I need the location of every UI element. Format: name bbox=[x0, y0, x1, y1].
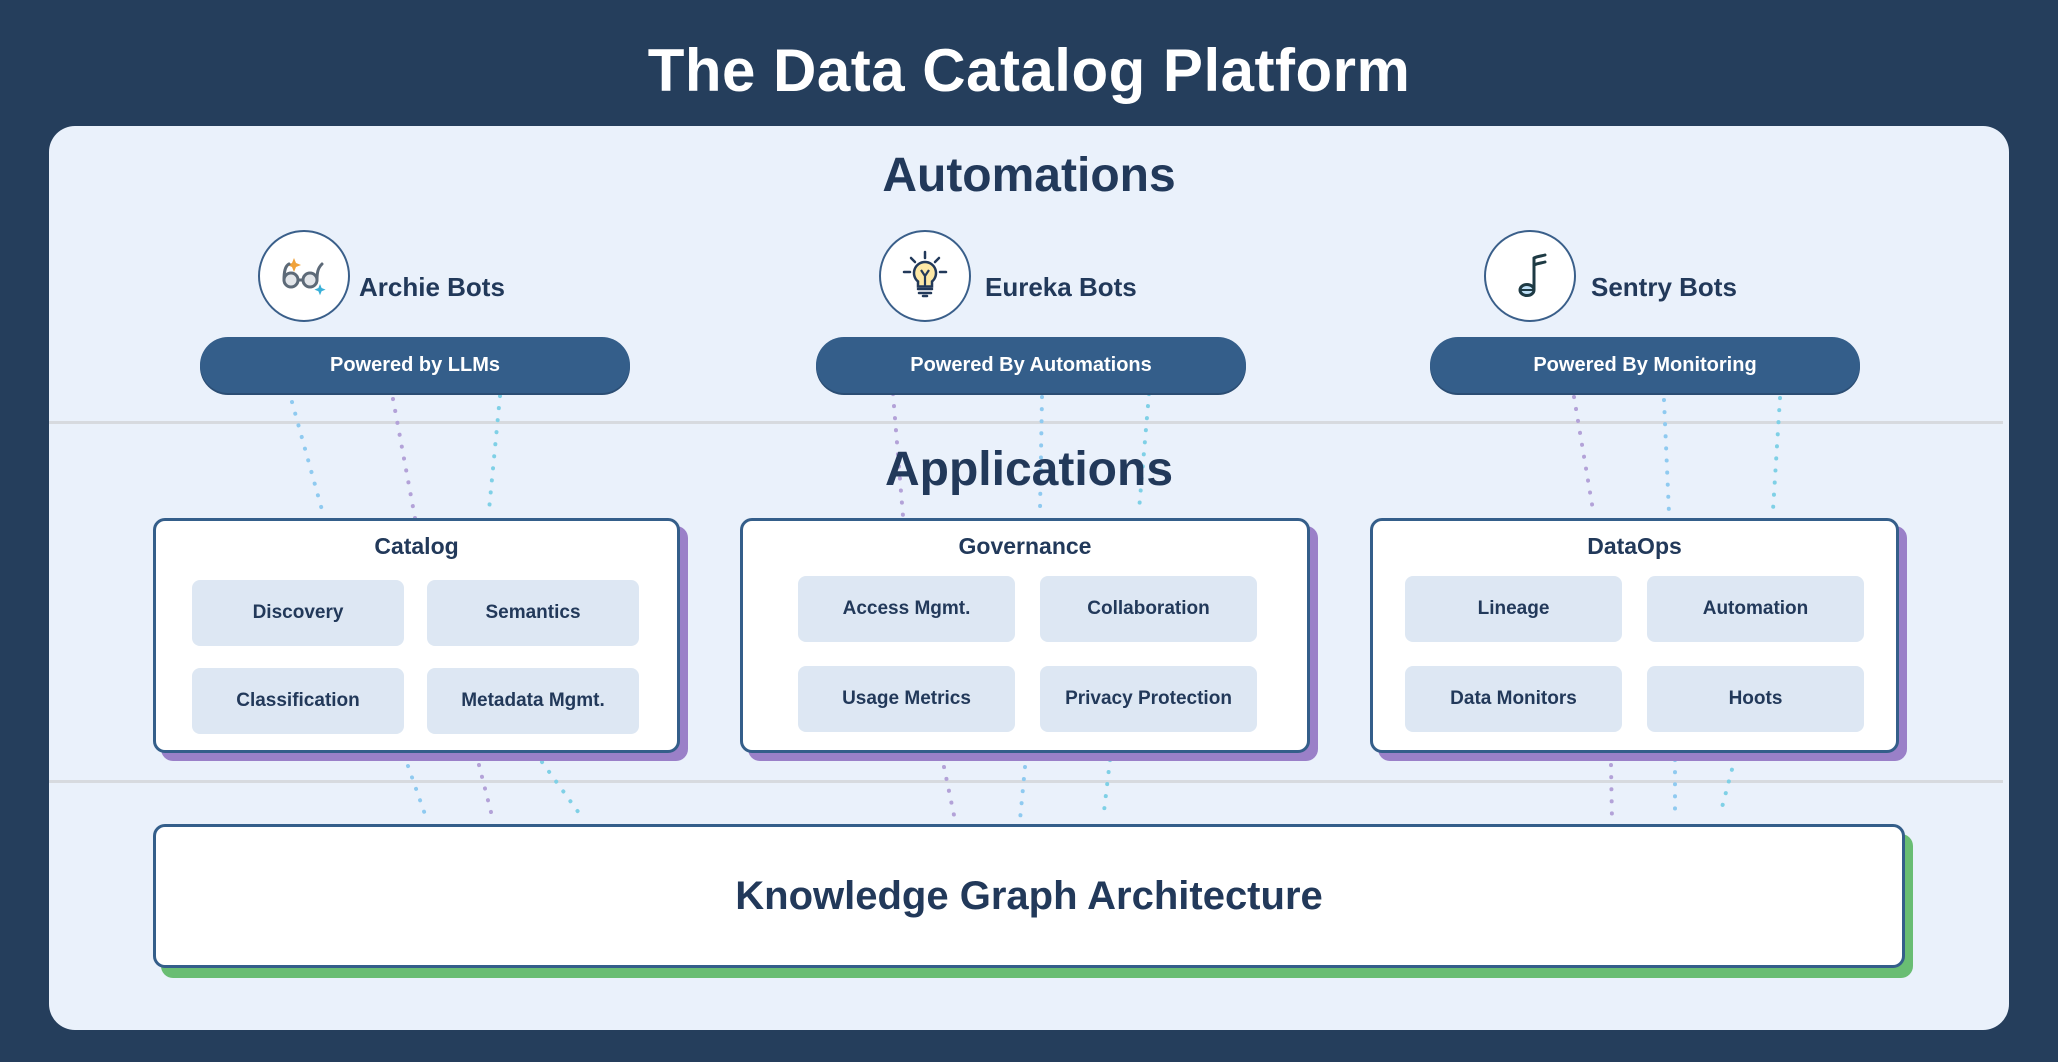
bot-powered-by-pill: Powered By Automations bbox=[816, 337, 1246, 393]
app-card-dataops: DataOps Lineage Automation Data Monitors… bbox=[1370, 518, 1899, 753]
feature-tile: Access Mgmt. bbox=[798, 576, 1015, 642]
page-title: The Data Catalog Platform bbox=[647, 37, 1411, 104]
feature-tile: Usage Metrics bbox=[798, 666, 1015, 732]
bot-powered-by-pill: Powered by LLMs bbox=[200, 337, 630, 393]
music-note-icon bbox=[1484, 230, 1576, 322]
bot-powered-by-pill: Powered By Monitoring bbox=[1430, 337, 1860, 393]
feature-tile: Discovery bbox=[192, 580, 404, 646]
app-card-title: DataOps bbox=[1587, 533, 1682, 559]
feature-tile: Data Monitors bbox=[1405, 666, 1622, 732]
lightbulb-icon bbox=[879, 230, 971, 322]
knowledge-graph-title: Knowledge Graph Architecture bbox=[735, 873, 1323, 918]
bot-name: Archie Bots bbox=[359, 272, 505, 302]
bot-name: Sentry Bots bbox=[1591, 272, 1737, 302]
section-divider-top bbox=[49, 421, 2003, 424]
knowledge-graph-card: Knowledge Graph Architecture bbox=[153, 824, 1905, 968]
app-card-governance: Governance Access Mgmt. Collaboration Us… bbox=[740, 518, 1310, 753]
app-card-catalog: Catalog Discovery Semantics Classificati… bbox=[153, 518, 680, 753]
feature-tile: Semantics bbox=[427, 580, 639, 646]
app-card-title: Governance bbox=[958, 533, 1092, 559]
feature-tile: Automation bbox=[1647, 576, 1864, 642]
feature-tile: Lineage bbox=[1405, 576, 1622, 642]
automations-heading: Automations bbox=[882, 149, 1176, 202]
feature-tile: Classification bbox=[192, 668, 404, 734]
feature-tile: Metadata Mgmt. bbox=[427, 668, 639, 734]
glasses-sparkle-icon bbox=[258, 230, 350, 322]
applications-heading: Applications bbox=[884, 443, 1174, 496]
feature-tile: Hoots bbox=[1647, 666, 1864, 732]
section-divider-bottom bbox=[49, 780, 2003, 783]
feature-tile: Collaboration bbox=[1040, 576, 1257, 642]
feature-tile: Privacy Protection bbox=[1040, 666, 1257, 732]
bot-name: Eureka Bots bbox=[985, 272, 1137, 302]
app-card-title: Catalog bbox=[374, 533, 459, 559]
